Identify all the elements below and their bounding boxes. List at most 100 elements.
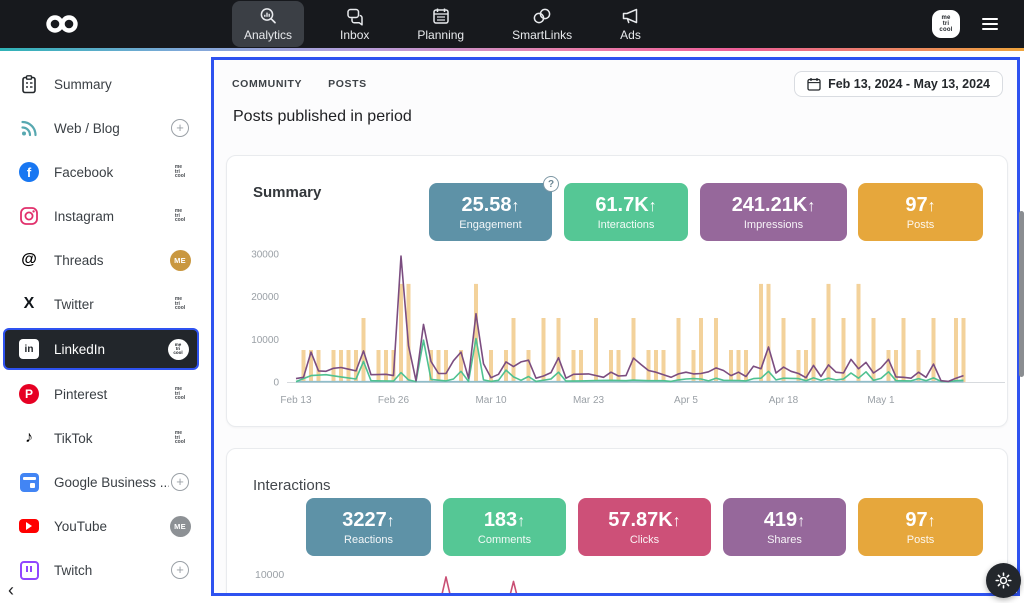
sidebar-collapse-chevron[interactable]: ‹ — [8, 580, 14, 601]
linkedin-icon — [16, 337, 42, 361]
metric-label: Posts — [907, 534, 935, 546]
nav-item-inbox[interactable]: Inbox — [328, 1, 381, 47]
sidebar-item-instagram[interactable]: Instagram metricool — [0, 194, 211, 238]
svg-text:10000: 10000 — [251, 335, 279, 346]
add-connection-icon[interactable] — [171, 119, 189, 137]
instagram-icon — [16, 204, 42, 228]
analytics-tabs: COMMUNITY POSTS — [232, 78, 367, 90]
sidebar-item-google-business[interactable]: Google Business ... — [0, 460, 211, 504]
trend-up-icon: ↑ — [673, 513, 681, 530]
sidebar-item-label: LinkedIn — [54, 342, 167, 357]
metricool-brand-mini-badge: metricool — [175, 165, 185, 179]
summary-card: Summary ? 25.58↑ Engagement 61.7K↑ Inter… — [226, 155, 1008, 427]
youtube-icon — [16, 514, 42, 538]
sidebar-item-summary[interactable]: Summary — [0, 62, 211, 106]
metric-chip-interactions: 61.7K↑ Interactions — [564, 183, 688, 241]
trend-up-icon: ↑ — [807, 198, 815, 215]
gear-icon — [995, 572, 1012, 589]
nav-label: Analytics — [244, 28, 292, 42]
nav-item-planning[interactable]: Planning — [405, 1, 476, 47]
interactions-card: Interactions 3227↑ Reactions 183↑ Commen… — [226, 448, 1008, 596]
sidebar-item-twitter[interactable]: Twitter metricool — [0, 282, 211, 326]
planning-icon — [431, 6, 451, 26]
metric-chip-clicks: 57.87K↑ Clicks — [578, 498, 711, 556]
svg-text:Mar 10: Mar 10 — [475, 395, 507, 406]
help-icon[interactable]: ? — [543, 176, 559, 192]
settings-fab[interactable] — [986, 563, 1021, 598]
sidebar-item-tiktok[interactable]: TikTok metricool — [0, 416, 211, 460]
account-avatar-metricool[interactable]: metricool — [932, 10, 960, 38]
metricool-brand-mini-badge: metricool — [175, 209, 185, 223]
summary-clipboard-icon — [16, 72, 42, 96]
nav-item-ads[interactable]: Ads — [608, 1, 653, 47]
ads-icon — [620, 6, 640, 26]
sidebar-item-youtube[interactable]: YouTube ME — [0, 504, 211, 548]
svg-text:0: 0 — [273, 378, 279, 389]
sidebar-item-threads[interactable]: Threads ME — [0, 238, 211, 282]
add-connection-icon[interactable] — [171, 561, 189, 579]
top-navigation-bar: Analytics Inbox Planning — [0, 0, 1024, 48]
metric-chip-engagement: ? 25.58↑ Engagement — [429, 183, 552, 241]
trend-up-icon: ↑ — [512, 198, 520, 215]
svg-text:Feb 26: Feb 26 — [378, 395, 410, 406]
svg-text:Mar 23: Mar 23 — [573, 395, 605, 406]
sidebar-item-label: Pinterest — [54, 387, 169, 402]
svg-text:May 1: May 1 — [867, 395, 895, 406]
pinterest-icon — [16, 382, 42, 406]
nav-item-smartlinks[interactable]: SmartLinks — [500, 1, 584, 47]
tiktok-icon — [16, 426, 42, 450]
app: { "topnav": { "items": [ { "label": "Ana… — [0, 0, 1024, 603]
inbox-icon — [345, 6, 365, 26]
interactions-card-title: Interactions — [253, 477, 331, 494]
profile-initials-badge: ME — [170, 516, 191, 537]
metricool-brand-mini-badge: metricool — [175, 297, 185, 311]
date-range-value: Feb 13, 2024 - May 13, 2024 — [828, 77, 990, 91]
tab-community[interactable]: COMMUNITY — [232, 78, 302, 90]
sidebar-item-web-blog[interactable]: Web / Blog — [0, 106, 211, 150]
metric-chip-posts: 97↑ Posts — [858, 183, 983, 241]
trend-up-icon: ↑ — [387, 513, 395, 530]
profile-initials-badge: ME — [170, 250, 191, 271]
metricool-brand-mini-badge: metricool — [175, 387, 185, 401]
metric-label: Impressions — [744, 219, 803, 231]
tab-posts[interactable]: POSTS — [328, 78, 367, 90]
svg-text:30000: 30000 — [251, 250, 279, 261]
metric-label: Interactions — [598, 219, 655, 231]
calendar-icon — [807, 77, 821, 91]
sidebar-item-label: YouTube — [54, 519, 169, 534]
main-nav: Analytics Inbox Planning — [232, 0, 653, 48]
sidebar-item-linkedin[interactable]: LinkedIn metricool — [3, 328, 199, 370]
metric-label: Engagement — [459, 219, 521, 231]
clicks-chart-partial — [227, 561, 1009, 596]
date-range-picker[interactable]: Feb 13, 2024 - May 13, 2024 — [794, 71, 1003, 97]
metricool-logo[interactable] — [44, 14, 80, 34]
hamburger-menu-icon[interactable] — [982, 18, 998, 30]
smartlinks-icon — [532, 6, 552, 26]
metric-chip-posts-2: 97↑ Posts — [858, 498, 983, 556]
nav-label: Planning — [417, 28, 464, 42]
metric-label: Reactions — [344, 534, 393, 546]
summary-card-title: Summary — [253, 184, 321, 201]
sidebar-item-label: Instagram — [54, 209, 169, 224]
add-connection-icon[interactable] — [171, 473, 189, 491]
nav-item-analytics[interactable]: Analytics — [232, 1, 304, 47]
sidebar-item-facebook[interactable]: Facebook metricool — [0, 150, 211, 194]
metricool-brand-mini-badge: metricool — [175, 431, 185, 445]
metric-chip-shares: 419↑ Shares — [723, 498, 846, 556]
trend-up-icon: ↑ — [517, 513, 525, 530]
vertical-scrollbar-thumb[interactable] — [1019, 211, 1024, 377]
metricool-brand-circle-badge: metricool — [168, 339, 189, 360]
metric-label: Clicks — [630, 534, 659, 546]
twitch-icon — [16, 558, 42, 582]
sidebar-item-pinterest[interactable]: Pinterest metricool — [0, 372, 211, 416]
trend-up-icon: ↑ — [649, 198, 657, 215]
sidebar-item-twitch[interactable]: Twitch — [0, 548, 211, 592]
svg-text:20000: 20000 — [251, 292, 279, 303]
sidebar-item-label: Facebook — [54, 165, 169, 180]
trend-up-icon: ↑ — [928, 198, 936, 215]
posts-summary-chart: 0100002000030000Feb 13Feb 26Mar 10Mar 23… — [227, 242, 1009, 422]
sidebar-item-label: Google Business ... — [54, 475, 169, 490]
metric-label: Posts — [907, 219, 935, 231]
twitter-x-icon — [16, 292, 42, 316]
sidebar-item-label: Twitter — [54, 297, 169, 312]
